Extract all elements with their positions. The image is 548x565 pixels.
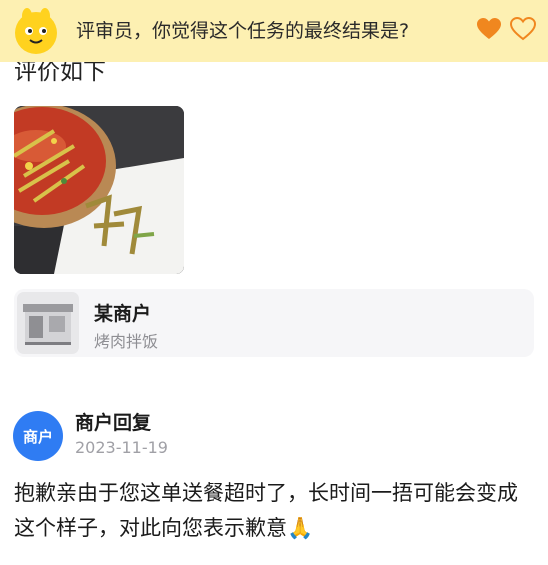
- merchant-category: 烤肉拌饭: [94, 332, 159, 351]
- heart-outline-icon[interactable]: [510, 17, 536, 41]
- reply-text: 抱歉亲由于您这单送餐超时了，长时间一捂可能会变成这个样子，对此向您表示歉意: [14, 481, 518, 540]
- heart-filled-icon[interactable]: [476, 17, 502, 41]
- survey-question: 评审员，你觉得这个任务的最终结果是?: [76, 20, 410, 42]
- merchant-card[interactable]: 某商户 烤肉拌饭: [14, 289, 534, 357]
- reply-body: 抱歉亲由于您这单送餐超时了，长时间一捂可能会变成这个样子，对此向您表示歉意🙏: [14, 476, 538, 546]
- survey-banner: 评审员，你觉得这个任务的最终结果是?: [0, 0, 548, 62]
- merchant-name[interactable]: 某商户: [94, 299, 151, 326]
- pray-emoji-icon: 🙏: [287, 516, 314, 540]
- review-photo[interactable]: [14, 106, 184, 274]
- reply-title: 商户回复: [75, 412, 152, 434]
- merchant-avatar-label: 商户: [22, 427, 53, 446]
- yellow-mascot-icon: [15, 8, 57, 54]
- reply-date: 2023-11-19: [75, 438, 168, 457]
- storefront-icon: [17, 292, 79, 354]
- food-photo-image: [14, 106, 184, 274]
- merchant-avatar: 商户: [13, 411, 63, 461]
